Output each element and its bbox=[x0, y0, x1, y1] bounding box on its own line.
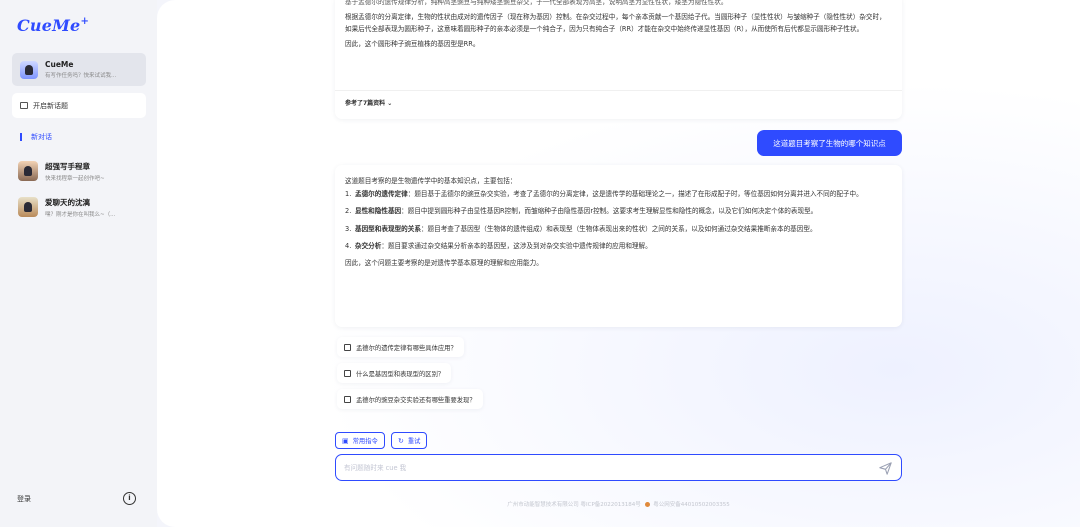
session-subtitle: 嘿？刚才是你在叫我么~（... bbox=[45, 211, 116, 218]
list-item: 1. 孟德尔的遗传定律：题目基于孟德尔的豌豆杂交实验，考查了孟德尔的分离定律，这是… bbox=[345, 190, 863, 199]
bot-subtitle: 有写作任务吗？快来试试我... bbox=[45, 73, 117, 79]
references-toggle[interactable]: 参考了7篇资料 ⌄ bbox=[345, 98, 392, 107]
chat-bubble-icon bbox=[20, 102, 28, 109]
send-icon[interactable] bbox=[879, 462, 892, 475]
message-paragraph: 因此，这个圆形种子豌豆植株的基因型是RR。 bbox=[345, 40, 480, 49]
suggestion-chip[interactable]: 孟德尔的遗传定律有哪些具体应用？ bbox=[337, 337, 464, 357]
question-icon bbox=[344, 343, 351, 351]
bot-name: CueMe bbox=[45, 60, 74, 69]
list-item: 3. 基因型和表现型的关系：题目考查了基因型（生物体的遗传组成）和表现型（生物体表… bbox=[345, 224, 817, 233]
message-intro: 这道题目考察的是生物遗传学中的基本知识点，主要包括： bbox=[345, 177, 517, 185]
question-icon bbox=[344, 395, 351, 403]
login-link[interactable]: 登录 bbox=[17, 494, 31, 504]
suggestion-chip[interactable]: 孟德尔的豌豆杂交实验还有哪些重要发现？ bbox=[337, 389, 483, 409]
writer-avatar bbox=[18, 161, 38, 181]
command-icon: ▣ bbox=[342, 436, 349, 445]
message-paragraph: 根据孟德尔的分离定律，生物的性状由成对的遗传因子（现在称为基因）控制。在杂交过程… bbox=[345, 13, 886, 34]
retry-button[interactable]: ↻ 重试 bbox=[391, 432, 428, 449]
new-topic-button[interactable]: 开启新话题 bbox=[12, 93, 146, 118]
chat-input[interactable] bbox=[344, 461, 864, 475]
message-paragraph: 基于孟德尔的遗传规律分析，纯种高茎豌豆与纯种矮茎豌豆杂交，子一代全部表现为高茎，… bbox=[345, 0, 728, 6]
bot-card-cueme[interactable]: CueMe 有写作任务吗？快来试试我... bbox=[12, 53, 146, 86]
session-title: 超强写手程章 bbox=[45, 161, 90, 171]
list-item: 4. 杂交分析：题目要求通过杂交结果分析亲本的基因型，这涉及到对杂交实验中遗传规律… bbox=[345, 241, 652, 250]
new-topic-label: 开启新话题 bbox=[33, 101, 68, 110]
session-item-chatter[interactable]: 爱聊天的沈漓 嘿？刚才是你在叫我么~（... bbox=[18, 195, 148, 219]
chat-main: 基于孟德尔的遗传规律分析，纯种高茎豌豆与纯种矮茎豌豆杂交，子一代全部表现为高茎，… bbox=[157, 0, 1080, 527]
new-chat-label: 新对话 bbox=[31, 133, 52, 141]
icp-record[interactable]: 广州市动能智慧技术有限公司 粤ICP备2022013184号 bbox=[507, 502, 641, 508]
suggestion-chip[interactable]: 什么是基因型和表现型的区别？ bbox=[337, 363, 452, 383]
footer: 广州市动能智慧技术有限公司 粤ICP备2022013184号 粤公网安备4401… bbox=[157, 500, 1080, 508]
session-subtitle: 快来找程章一起创作吧~ bbox=[45, 175, 105, 182]
active-indicator bbox=[20, 133, 22, 141]
police-badge-icon bbox=[644, 502, 650, 507]
info-icon[interactable]: i bbox=[123, 492, 136, 505]
list-item: 2. 显性和隐性基因：题目中提到圆形种子由显性基因R控制，而皱缩种子由隐性基因r控… bbox=[345, 207, 818, 216]
divider bbox=[335, 90, 902, 91]
sidebar-item-new-chat[interactable]: 新对话 bbox=[20, 132, 52, 142]
chat-input-container bbox=[335, 454, 902, 481]
session-title: 爱聊天的沈漓 bbox=[45, 197, 90, 207]
common-commands-button[interactable]: ▣ 常用指令 bbox=[335, 432, 385, 449]
question-icon bbox=[344, 369, 351, 377]
cueme-avatar bbox=[20, 60, 38, 79]
assistant-message: 基于孟德尔的遗传规律分析，纯种高茎豌豆与纯种矮茎豌豆杂交，子一代全部表现为高茎，… bbox=[335, 0, 902, 119]
chevron-down-icon: ⌄ bbox=[387, 100, 393, 107]
message-outro: 因此，这个问题主要考察的是对遗传学基本原理的理解和应用能力。 bbox=[345, 259, 543, 268]
assistant-message: 这道题目考察的是生物遗传学中的基本知识点，主要包括： 1. 孟德尔的遗传定律：题目… bbox=[335, 165, 902, 327]
refresh-icon: ↻ bbox=[398, 436, 404, 445]
knowledge-point-list: 1. 孟德尔的遗传定律：题目基于孟德尔的豌豆杂交实验，考查了孟德尔的分离定律，这是… bbox=[345, 188, 892, 252]
session-item-writer[interactable]: 超强写手程章 快来找程章一起创作吧~ bbox=[18, 159, 148, 183]
user-message: 这道题目考察了生物的哪个知识点 bbox=[757, 130, 902, 156]
chatter-avatar bbox=[18, 197, 38, 217]
app-logo[interactable]: CueMe+ bbox=[17, 16, 89, 35]
police-record[interactable]: 粤公网安备44010502003355 bbox=[653, 502, 730, 508]
sidebar: CueMe+ CueMe 有写作任务吗？快来试试我... 开启新话题 新对话 超… bbox=[0, 0, 157, 527]
